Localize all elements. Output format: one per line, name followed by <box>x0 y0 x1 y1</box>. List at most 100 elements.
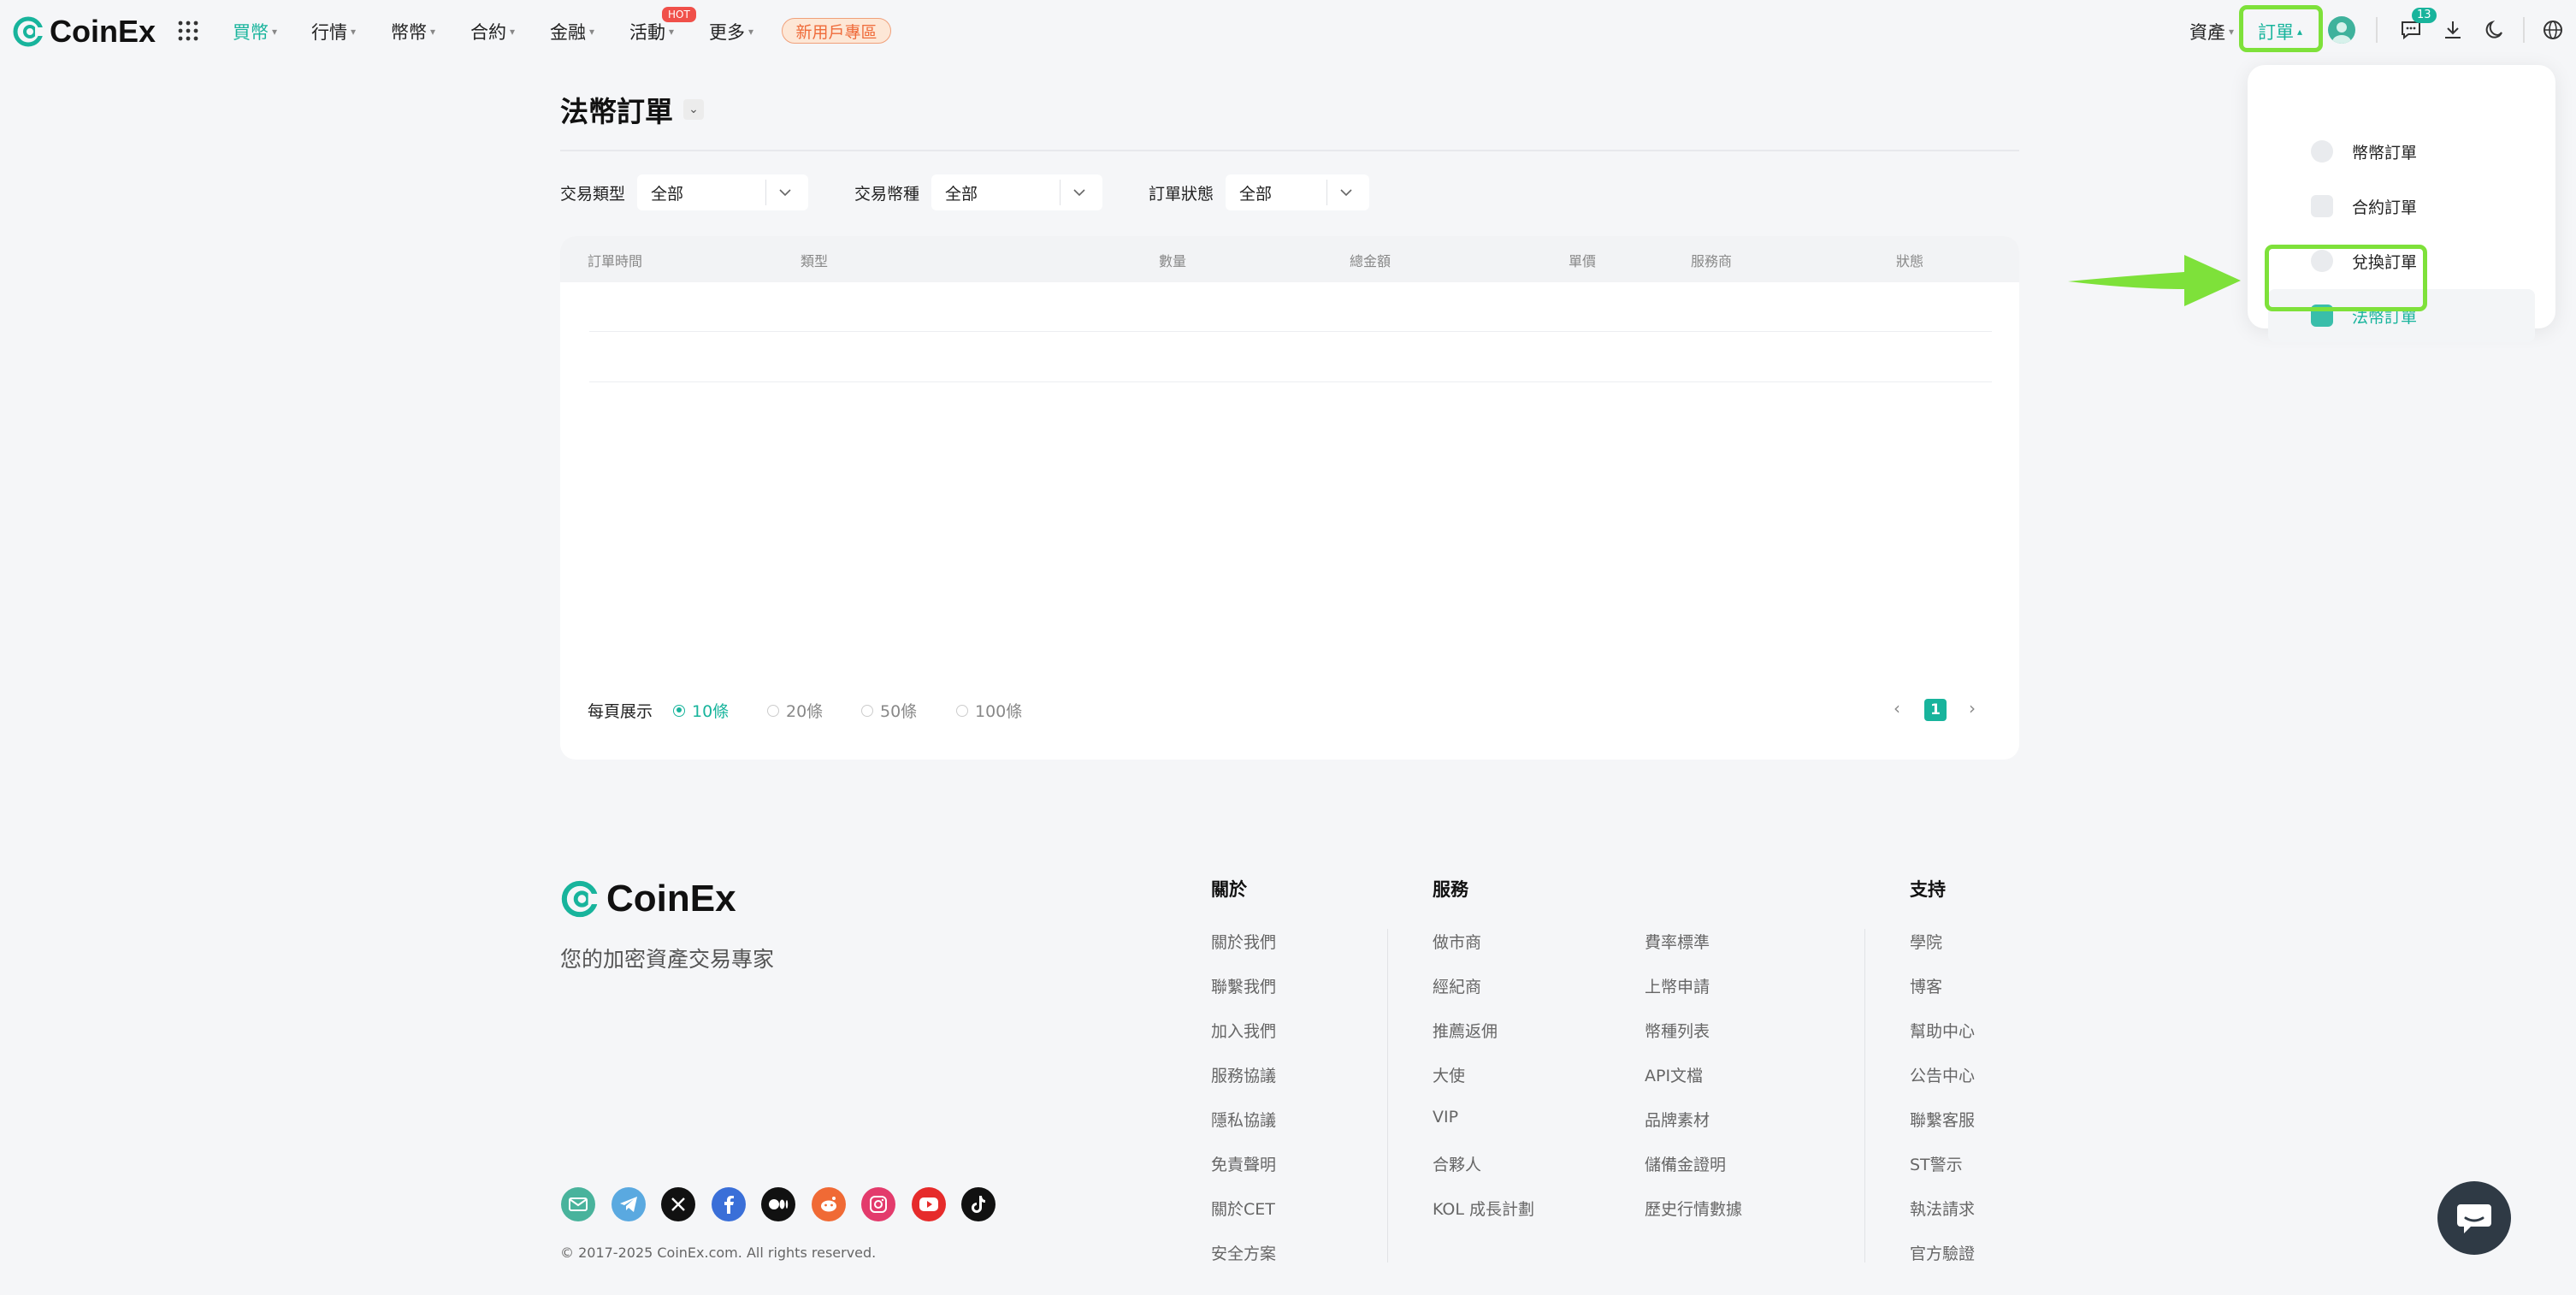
row-divider <box>589 331 1992 332</box>
footer-link[interactable]: 學院 <box>1910 930 1942 953</box>
chevron-down-icon <box>1073 189 1085 197</box>
footer-link[interactable]: 經紀商 <box>1433 974 1481 997</box>
menu-item-futures-orders[interactable]: 合約訂單 <box>2268 180 2535 233</box>
footer-link[interactable]: ST警示 <box>1910 1152 1963 1175</box>
option-label: 100條 <box>975 702 1023 721</box>
footer-link[interactable]: 聯繫客服 <box>1910 1108 1975 1131</box>
download-icon[interactable] <box>2442 19 2464 44</box>
next-page-icon[interactable]: › <box>1969 698 1976 718</box>
assets-menu[interactable]: 資產 ▾ <box>2189 19 2234 44</box>
reddit-icon[interactable] <box>812 1187 846 1221</box>
coinex-logo[interactable]: CoinEx <box>12 14 156 50</box>
footer-link[interactable]: 合夥人 <box>1433 1152 1481 1175</box>
footer-link[interactable]: 服務協議 <box>1211 1063 1276 1086</box>
x-icon[interactable] <box>661 1187 695 1221</box>
column-header: 狀態 <box>1896 253 1924 269</box>
nav-activities[interactable]: 活動 ▾ <box>629 19 674 44</box>
option-label: 20條 <box>786 702 824 721</box>
option-label: 50條 <box>880 702 918 721</box>
nav-spot[interactable]: 幣幣 ▾ <box>391 19 435 44</box>
footer-link[interactable]: VIP <box>1433 1108 1458 1126</box>
youtube-icon[interactable] <box>912 1187 946 1221</box>
order-status-select[interactable]: 全部 <box>1226 174 1369 210</box>
footer-link[interactable]: 安全方案 <box>1211 1241 1276 1264</box>
tiktok-icon[interactable] <box>961 1187 996 1221</box>
footer-link[interactable]: 聯繫我們 <box>1211 974 1276 997</box>
orders-menu[interactable]: 訂單 ▴ <box>2258 19 2302 44</box>
nav-finance[interactable]: 金融 ▾ <box>550 19 594 44</box>
chat-icon <box>2457 1204 2491 1233</box>
footer-link[interactable]: 上幣申請 <box>1645 974 1710 997</box>
select-value: 全部 <box>651 184 684 204</box>
page-number-button[interactable]: 1 <box>1924 699 1947 721</box>
chat-support-button[interactable] <box>2437 1181 2511 1255</box>
nav-label: 買幣 <box>233 22 269 43</box>
footer-link[interactable]: 品牌素材 <box>1645 1108 1710 1131</box>
nav-markets[interactable]: 行情 ▾ <box>311 19 356 44</box>
menu-item-spot-orders[interactable]: 幣幣訂單 <box>2268 125 2535 178</box>
menu-item-label: 法幣訂單 <box>2352 307 2418 327</box>
footer-logo[interactable]: CoinEx <box>560 878 736 920</box>
footer-link[interactable]: 博客 <box>1910 974 1942 997</box>
nav-buy-crypto[interactable]: 買幣 ▾ <box>233 19 277 44</box>
email-icon[interactable] <box>561 1187 595 1221</box>
footer-link[interactable]: 官方驗證 <box>1910 1241 1975 1264</box>
telegram-icon[interactable] <box>612 1187 646 1221</box>
footer-link[interactable]: 執法請求 <box>1910 1197 1975 1220</box>
annotation-arrow-icon <box>2068 255 2241 306</box>
footer-link[interactable]: 幫助中心 <box>1910 1019 1975 1042</box>
per-page-option-10[interactable]: 10條 <box>673 699 729 722</box>
per-page-option-20[interactable]: 20條 <box>767 699 823 722</box>
column-header: 總金額 <box>1350 253 1391 269</box>
footer-link[interactable]: 推薦返佣 <box>1433 1019 1498 1042</box>
nav-futures[interactable]: 合約 ▾ <box>470 19 515 44</box>
facebook-icon[interactable] <box>712 1187 746 1221</box>
chevron-down-icon: ▾ <box>748 26 754 38</box>
per-page-option-50[interactable]: 50條 <box>861 699 917 722</box>
footer-link[interactable]: 歷史行情數據 <box>1645 1197 1742 1220</box>
coinex-logo-icon <box>13 16 44 47</box>
footer-divider <box>1864 929 1865 1262</box>
radio-icon <box>767 704 779 717</box>
footer-link[interactable]: 公告中心 <box>1910 1063 1975 1086</box>
row-divider <box>589 381 1992 382</box>
trade-coin-select[interactable]: 全部 <box>931 174 1102 210</box>
orders-label: 訂單 <box>2258 22 2294 43</box>
select-separator <box>1060 180 1061 205</box>
footer-link[interactable]: 大使 <box>1433 1063 1465 1086</box>
prev-page-icon[interactable]: ‹ <box>1894 698 1900 718</box>
avatar[interactable] <box>2328 16 2355 44</box>
globe-icon[interactable] <box>2542 19 2564 44</box>
footer-services-title: 服務 <box>1433 879 1468 900</box>
footer-link[interactable]: API文檔 <box>1645 1063 1703 1086</box>
select-value: 全部 <box>945 184 978 204</box>
chevron-down-icon: ▾ <box>2229 26 2235 38</box>
new-user-zone-button[interactable]: 新用戶專區 <box>782 18 891 44</box>
wallet-icon <box>2311 305 2333 327</box>
medium-icon[interactable] <box>761 1187 795 1221</box>
chevron-down-icon: ▾ <box>669 26 675 38</box>
apps-grid-icon[interactable] <box>178 21 198 44</box>
footer-link[interactable]: 關於CET <box>1211 1197 1275 1220</box>
title-dropdown-button[interactable]: ⌄ <box>683 99 704 120</box>
footer-link[interactable]: 做市商 <box>1433 930 1481 953</box>
chevron-down-icon: ▾ <box>589 26 595 38</box>
footer-link[interactable]: 加入我們 <box>1211 1019 1276 1042</box>
column-header: 類型 <box>801 253 829 269</box>
footer-link[interactable]: 隱私協議 <box>1211 1108 1276 1131</box>
menu-item-label: 幣幣訂單 <box>2352 143 2418 163</box>
footer-link[interactable]: 費率標準 <box>1645 930 1710 953</box>
table-header: 訂單時間 類型 數量 總金額 單價 服務商 狀態 <box>560 236 2019 282</box>
trade-type-select[interactable]: 全部 <box>637 174 808 210</box>
instagram-icon[interactable] <box>861 1187 895 1221</box>
footer-link[interactable]: 免責聲明 <box>1211 1152 1276 1175</box>
select-value: 全部 <box>1239 184 1273 204</box>
nav-more[interactable]: 更多 ▾ <box>709 19 753 44</box>
radio-icon <box>861 704 873 717</box>
footer-link[interactable]: 儲備金證明 <box>1645 1152 1726 1175</box>
footer-link[interactable]: KOL 成長計劃 <box>1433 1197 1534 1220</box>
dark-mode-icon[interactable] <box>2483 19 2505 44</box>
footer-link[interactable]: 關於我們 <box>1211 930 1276 953</box>
footer-link[interactable]: 幣種列表 <box>1645 1019 1710 1042</box>
per-page-option-100[interactable]: 100條 <box>956 699 1022 722</box>
